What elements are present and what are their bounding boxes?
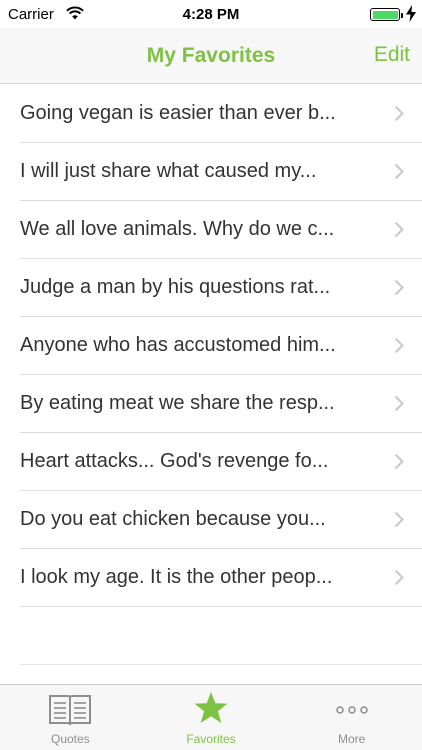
chevron-right-icon: [394, 163, 404, 180]
list-item-text: I will just share what caused my...: [20, 160, 317, 182]
chevron-right-icon: [394, 395, 404, 412]
tab-bar: Quotes Favorites More: [0, 684, 422, 750]
more-dots-icon: [335, 706, 368, 714]
tab-quotes-label: Quotes: [50, 732, 90, 746]
tab-more[interactable]: More: [281, 685, 422, 750]
chevron-right-icon: [394, 569, 404, 586]
status-time: 4:28 PM: [182, 6, 240, 23]
chevron-right-icon: [394, 511, 404, 528]
list-item[interactable]: Anyone who has accustomed him...: [20, 317, 422, 375]
chevron-right-icon: [394, 337, 404, 354]
list-item-text: Do you eat chicken because you...: [20, 508, 326, 530]
tab-more-label: More: [338, 732, 366, 746]
list-item-text: Judge a man by his questions rat...: [20, 276, 331, 298]
edit-button[interactable]: Edit: [374, 43, 410, 67]
list-item-text: Going vegan is easier than ever b...: [20, 102, 336, 124]
tab-favorites[interactable]: Favorites: [141, 685, 282, 750]
tab-quotes[interactable]: Quotes: [0, 685, 141, 750]
list-item-text: We all love animals. Why do we c...: [20, 218, 335, 240]
list-item-text: I look my age. It is the other peop...: [20, 566, 333, 588]
chevron-right-icon: [394, 279, 404, 296]
charging-bolt-icon: [406, 5, 416, 22]
page-title: My Favorites: [146, 44, 276, 67]
list-item-text: By eating meat we share the resp...: [20, 392, 335, 414]
chevron-right-icon: [394, 221, 404, 238]
list-item-text: Anyone who has accustomed him...: [20, 334, 336, 356]
battery-level: [372, 10, 398, 19]
navigation-bar: My Favorites Edit: [0, 28, 422, 84]
list-item[interactable]: We all love animals. Why do we c...: [20, 201, 422, 259]
list-item-text: Heart attacks... God's revenge fo...: [20, 450, 329, 472]
star-icon: [194, 692, 228, 723]
battery-tip: [401, 12, 403, 18]
favorites-list: Going vegan is easier than ever b... I wi…: [0, 85, 422, 665]
battery-icon: [370, 8, 403, 21]
list-item[interactable]: Heart attacks... God's revenge fo...: [20, 433, 422, 491]
status-bar: Carrier 4:28 PM: [0, 0, 422, 28]
list-item[interactable]: I will just share what caused my...: [20, 143, 422, 201]
empty-row: [20, 607, 422, 665]
tab-favorites-label: Favorites: [186, 732, 236, 746]
list-item[interactable]: By eating meat we share the resp...: [20, 375, 422, 433]
list-item[interactable]: I look my age. It is the other peop...: [20, 549, 422, 607]
list-item[interactable]: Do you eat chicken because you...: [20, 491, 422, 549]
chevron-right-icon: [394, 105, 404, 122]
list-item[interactable]: Going vegan is easier than ever b...: [20, 85, 422, 143]
book-icon: [49, 695, 92, 726]
chevron-right-icon: [394, 453, 404, 470]
list-item[interactable]: Judge a man by his questions rat...: [20, 259, 422, 317]
